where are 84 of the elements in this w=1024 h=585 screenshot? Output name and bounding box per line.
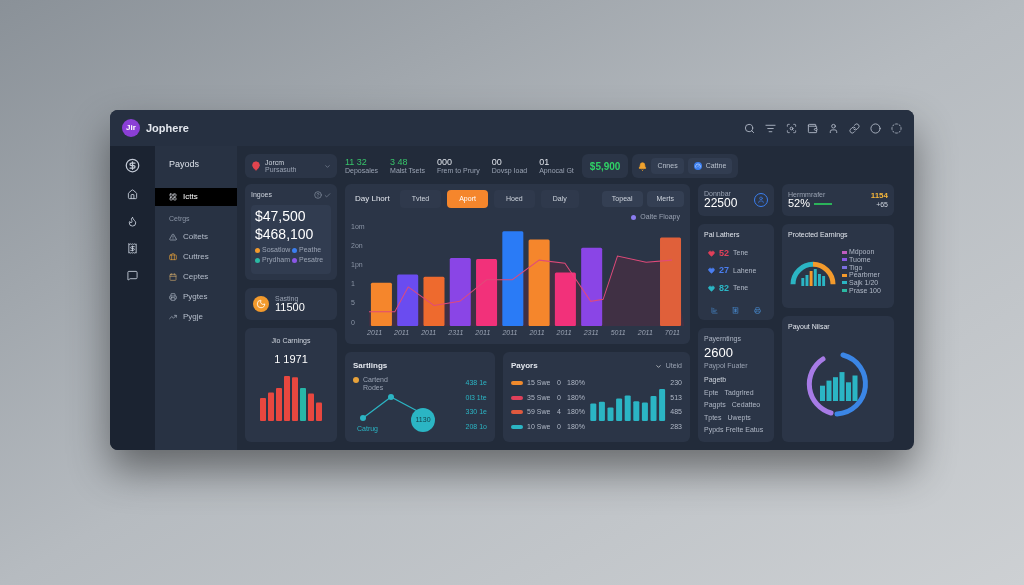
stat-value: 52% [788,197,811,210]
ring-arc [806,356,834,416]
app-title: Jophere [146,120,189,136]
bar [554,272,576,326]
ring-arc [834,352,868,417]
warning-icon [169,233,177,241]
gauge-icon [693,162,702,170]
balance-value: $5,900 [581,154,629,178]
stat-value: 1 1971 [274,351,308,367]
moon-icon [253,296,269,312]
row-value: 82 [719,281,729,295]
trend-icon [169,313,177,321]
bar [475,258,497,326]
calendar-icon [169,273,177,281]
row-value: 27 [719,264,729,277]
card-title: Payors [511,360,538,373]
chevron-icon [324,162,331,170]
bar [607,407,614,422]
bar [284,375,290,421]
bar [650,396,657,422]
search-icon[interactable] [744,122,755,134]
amount-value: $468,100 [255,224,315,243]
bar [300,387,306,421]
nav-item[interactable]: Coltets [155,228,237,246]
check-icon [324,191,331,199]
chart-title: Day Lhort [354,193,391,205]
bar [659,389,665,422]
metric-value: 01 [539,157,551,168]
data-point [360,414,366,421]
circle-icon[interactable] [870,122,881,134]
bar [396,274,418,326]
filter-icon[interactable] [765,122,776,134]
bar [316,402,322,421]
nav-title: Payods [168,158,201,171]
bar [276,387,282,421]
stat-value: 11500 [275,301,305,314]
nav-item[interactable]: Ictts [155,187,237,206]
link-icon[interactable] [849,122,860,134]
circle-icon[interactable] [891,122,902,134]
receipt-icon[interactable] [127,243,138,254]
pin-icon [251,161,261,171]
home-icon[interactable] [127,189,138,200]
caret-icon [654,362,662,370]
bar [260,398,266,421]
chat-icon[interactable] [127,270,138,281]
bar [292,377,298,421]
nav-item[interactable]: Pygtes [155,288,237,306]
bar [370,282,392,326]
metric-value: 00 [491,157,503,168]
row-value: 52 [719,246,729,260]
amount-value: $47,500 [255,206,307,225]
bar [423,276,445,326]
printer-icon [169,293,177,301]
user-icon[interactable] [828,122,839,134]
nav-item[interactable]: Cuttres [155,248,237,266]
flame-icon[interactable] [127,216,138,227]
bar [624,395,631,422]
wallet-icon[interactable] [807,122,818,134]
data-point [388,393,394,400]
nav-item[interactable]: Pygje [155,308,237,326]
dollar-icon[interactable] [125,158,140,173]
legend-dot [631,214,637,220]
gauge-arc [790,262,814,285]
bar [268,392,274,421]
logo: Jir [122,119,140,137]
stat-value: 2600 [704,344,734,361]
briefcase-icon [169,253,177,261]
stat-value: 22500 [704,197,738,210]
metric-value: 000 [436,157,453,168]
grid-icon [169,192,177,201]
nav-item[interactable]: Ceptes [155,268,237,286]
card-title: Sartlings [353,360,389,373]
stat-value: 1154 [870,192,888,201]
gauge-arc [812,262,836,285]
receipt-icon [732,307,740,314]
bell-icon [638,161,648,171]
printer-icon [753,307,761,314]
bar [449,257,471,326]
scan-icon[interactable] [786,122,797,134]
metric-value: 3 48 [390,157,409,168]
bar [616,398,622,422]
metric-value: 11 32 [345,157,368,168]
chart-icon [711,307,719,314]
bar [308,393,314,421]
